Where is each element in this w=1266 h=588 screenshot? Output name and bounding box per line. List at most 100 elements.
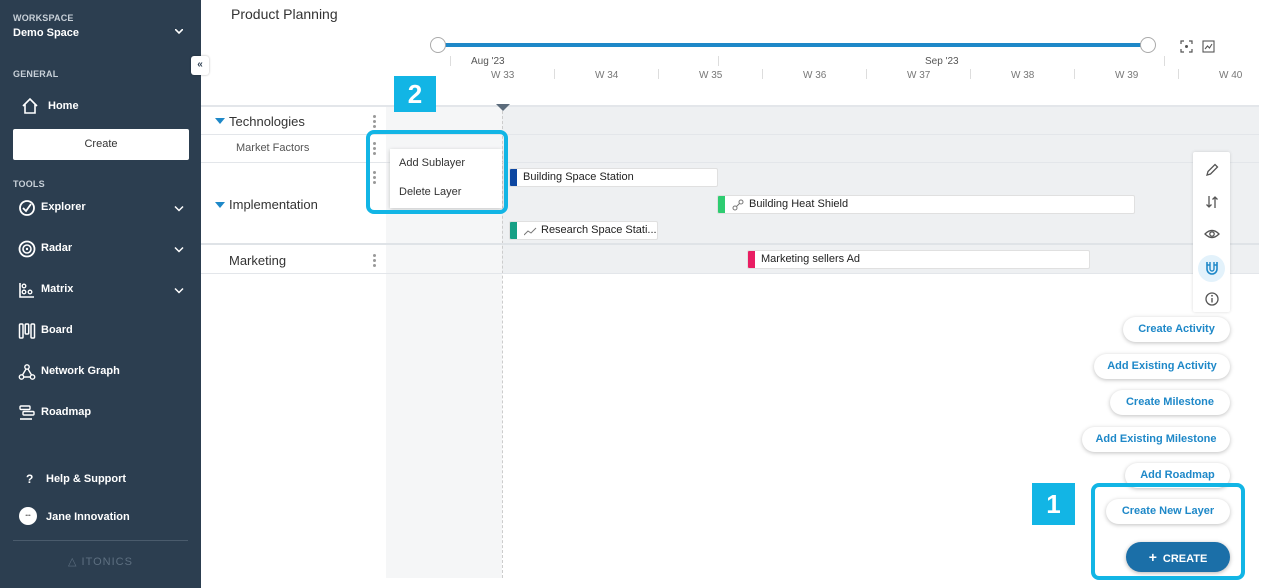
layer-menu-icon[interactable] (373, 115, 377, 129)
week-tick (762, 69, 763, 79)
sidebar-item-label: Radar (41, 242, 73, 254)
highlight-box-2 (366, 130, 508, 214)
week-tick (866, 69, 867, 79)
bar-color-cap (510, 222, 517, 239)
sidebar-item-help[interactable]: ? Help & Support (0, 465, 201, 495)
range-end-handle[interactable] (1140, 37, 1156, 53)
range-start-handle[interactable] (430, 37, 446, 53)
timeline-range-slider[interactable] (438, 43, 1148, 47)
row-separator (201, 273, 386, 274)
create-button[interactable]: Create (13, 129, 189, 160)
trend-icon (524, 227, 537, 236)
view-toolbar (1193, 152, 1230, 312)
chevron-down-icon[interactable] (174, 245, 184, 255)
sidebar-item-explorer[interactable]: Explorer (0, 193, 201, 223)
focus-icon[interactable] (1180, 40, 1193, 53)
chevron-down-icon[interactable] (174, 204, 184, 214)
activity-bar[interactable]: Research Space Stati... (509, 221, 658, 240)
sidebar-item-home[interactable]: Home (0, 92, 201, 122)
week-tick (658, 69, 659, 79)
workspace-label: WORKSPACE (13, 13, 74, 23)
magnet-icon[interactable] (1203, 259, 1221, 277)
add-existing-milestone-button[interactable]: Add Existing Milestone (1082, 427, 1230, 452)
sidebar-item-label: Explorer (41, 201, 86, 213)
radar-icon (18, 240, 36, 258)
sidebar-item-label: Home (48, 100, 79, 112)
bar-color-cap (748, 251, 755, 268)
sidebar-item-label: Matrix (41, 283, 74, 295)
month-tick (1164, 56, 1165, 66)
week-label: W 35 (699, 70, 723, 81)
pencil-icon[interactable] (1203, 161, 1221, 179)
explorer-icon (19, 200, 35, 216)
row-separator (201, 162, 386, 163)
add-existing-activity-button[interactable]: Add Existing Activity (1094, 354, 1230, 379)
week-tick (1178, 69, 1179, 79)
eye-icon[interactable] (1203, 225, 1221, 243)
sidebar-item-label: Board (41, 324, 73, 336)
activity-label: Building Heat Shield (749, 198, 849, 210)
activity-label: Marketing sellers Ad (761, 253, 861, 265)
logo-text: ITONICS (81, 556, 133, 568)
today-marker (496, 104, 510, 111)
sidebar-item-roadmap[interactable]: Roadmap (0, 398, 201, 428)
layer-panel (201, 107, 386, 273)
chart-icon[interactable] (1202, 40, 1215, 53)
workspace-name[interactable]: Demo Space (13, 27, 79, 39)
collapse-sidebar-button[interactable]: « (191, 56, 209, 75)
activity-label: Building Space Station (523, 171, 634, 183)
tools-label: TOOLS (13, 179, 45, 189)
sidebar-item-label: Help & Support (46, 473, 127, 485)
sidebar-item-matrix[interactable]: Matrix (0, 275, 201, 305)
gantt-background (386, 106, 1259, 274)
dependency-icon (732, 199, 744, 211)
layer-implementation[interactable]: Implementation (229, 197, 318, 212)
month-label: Sep '23 (925, 56, 959, 67)
sort-icon[interactable] (1203, 193, 1221, 211)
sidebar-item-label: Network Graph (41, 365, 120, 377)
step-badge-2: 2 (394, 76, 436, 112)
week-label: W 37 (907, 70, 931, 81)
layer-marketing[interactable]: Marketing (229, 253, 286, 268)
layer-technologies[interactable]: Technologies (229, 114, 305, 129)
sidebar-item-board[interactable]: Board (0, 316, 201, 346)
sidebar-item-radar[interactable]: Radar (0, 234, 201, 264)
chevron-down-icon[interactable] (175, 29, 183, 35)
bar-color-cap (718, 196, 725, 213)
layer-market-factors[interactable]: Market Factors (236, 142, 309, 154)
create-activity-button[interactable]: Create Activity (1123, 317, 1230, 342)
matrix-icon (19, 283, 34, 298)
week-label: W 36 (803, 70, 827, 81)
week-label: W 39 (1115, 70, 1139, 81)
sidebar-item-user[interactable]: Jane Innovation (0, 503, 201, 533)
home-icon (22, 97, 38, 114)
roadmap-icon (19, 405, 35, 420)
create-milestone-button[interactable]: Create Milestone (1110, 390, 1230, 415)
page-title: Product Planning (231, 6, 338, 22)
activity-bar[interactable]: Building Heat Shield (717, 195, 1135, 214)
info-icon[interactable] (1203, 290, 1221, 308)
highlight-box-1 (1091, 483, 1245, 580)
activity-bar[interactable]: Building Space Station (509, 168, 718, 187)
step-badge-1: 1 (1032, 483, 1075, 525)
week-tick (554, 69, 555, 79)
activity-bar[interactable]: Marketing sellers Ad (747, 250, 1090, 269)
itonics-logo: △ ITONICS (68, 556, 133, 568)
general-label: GENERAL (13, 69, 59, 79)
bar-color-cap (510, 169, 517, 186)
week-label: W 34 (595, 70, 619, 81)
divider (13, 540, 188, 541)
board-icon (18, 323, 36, 339)
chevron-down-icon[interactable] (174, 286, 184, 296)
help-icon: ? (26, 472, 34, 486)
expand-triangle-icon[interactable] (215, 118, 225, 124)
week-tick (970, 69, 971, 79)
sidebar-item-network-graph[interactable]: Network Graph (0, 357, 201, 387)
week-label: W 33 (491, 70, 515, 81)
month-label: Aug '23 (471, 56, 505, 67)
week-label: W 40 (1219, 70, 1243, 81)
layer-menu-icon[interactable] (373, 254, 377, 268)
expand-triangle-icon[interactable] (215, 202, 225, 208)
month-tick (718, 56, 719, 66)
row-separator (201, 243, 386, 245)
